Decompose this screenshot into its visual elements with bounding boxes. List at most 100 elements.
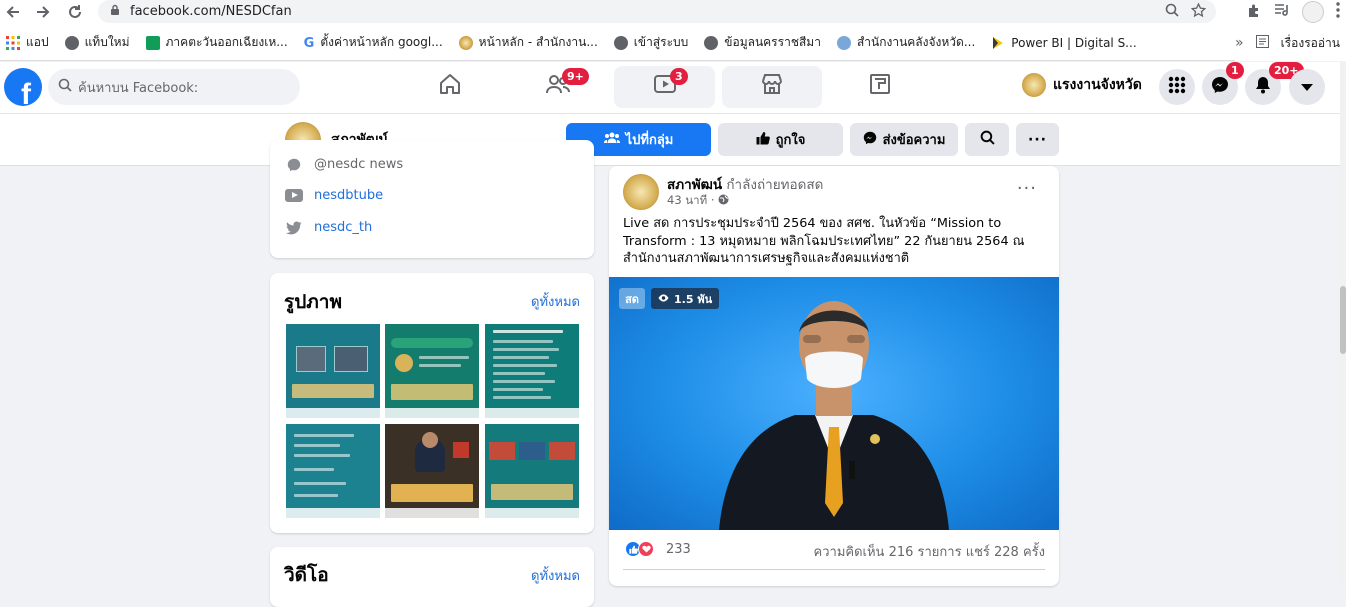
post-author-name[interactable]: สภาพัฒน์ (667, 177, 722, 193)
bookmark-google-settings[interactable]: G ตั้งค่าหน้าหลัก googl... (304, 33, 443, 52)
thumb-portrait (395, 354, 413, 372)
bookmark-power-bi[interactable]: Power BI | Digital S... (991, 36, 1137, 50)
video-frame-speaker (719, 301, 949, 530)
seal-icon (458, 35, 473, 50)
bookmark-east-region[interactable]: ภาคตะวันออกเฉียงเห... (145, 33, 288, 52)
power-bi-icon (991, 36, 1005, 50)
post-author-avatar[interactable] (623, 174, 659, 210)
reload-icon[interactable] (62, 1, 88, 23)
page-switch-name: แรงงานจังหวัด (1053, 77, 1142, 93)
bookmark-treasury[interactable]: สำนักงานคลังจังหวัด... (836, 33, 976, 52)
thumb-footer (385, 508, 479, 518)
like-page-button[interactable]: ถูกใจ (718, 123, 843, 156)
about-link-twitter[interactable]: nesdc_th (284, 220, 372, 235)
live-video-player[interactable]: สด 1.5 พัน (609, 277, 1059, 530)
treasury-logo-icon (836, 35, 851, 50)
nav-tab-friends[interactable]: 9+ (504, 66, 612, 108)
bookmark-korat-data[interactable]: ข้อมูลนครราชสีมา (704, 33, 821, 52)
forward-arrow-icon[interactable] (30, 1, 56, 23)
live-badge: สด (619, 288, 645, 309)
back-arrow-icon[interactable] (0, 1, 26, 23)
photo-thumbnail[interactable] (385, 324, 479, 418)
extensions-icon[interactable] (1247, 3, 1262, 22)
browser-menu-icon[interactable] (1336, 2, 1340, 22)
photo-thumbnail[interactable] (485, 424, 579, 518)
reading-list-label[interactable]: เรื่องรออ่าน (1281, 34, 1340, 53)
reaction-summary[interactable]: 233 (625, 541, 691, 557)
post-timestamp[interactable]: 43 นาที · (667, 192, 729, 210)
messenger-icon (284, 158, 304, 172)
about-link-news[interactable]: @nesdc news (284, 157, 403, 172)
thumb-footer (485, 508, 579, 518)
messenger-button[interactable]: 1 (1202, 62, 1244, 105)
page-search-button[interactable] (965, 123, 1009, 156)
live-post-card: สภาพัฒน์ กำลังถ่ายทอดสด 43 นาที · ··· Li… (609, 166, 1059, 586)
nav-tab-marketplace[interactable] (722, 66, 822, 108)
send-message-button[interactable]: ส่งข้อความ (850, 123, 958, 156)
about-link-label: @nesdc news (314, 157, 404, 172)
photos-card: รูปภาพ ดูทั้งหมด (270, 273, 594, 533)
photo-thumbnail[interactable] (286, 424, 380, 518)
page-more-button[interactable]: ··· (1016, 123, 1059, 156)
photo-thumbnail[interactable] (286, 324, 380, 418)
photo-thumbnail[interactable] (385, 424, 479, 518)
videos-title: วิดีโอ (284, 564, 329, 586)
thumb-screen (549, 442, 575, 460)
bookmark-login[interactable]: เข้าสู่ระบบ (613, 33, 688, 52)
thumb-text-line (294, 454, 350, 457)
bookmark-office-home[interactable]: หน้าหลัก - สำนักงาน... (458, 33, 598, 52)
sheets-icon (145, 35, 160, 50)
bookmark-new-tab[interactable]: แท็บใหม่ (64, 33, 130, 52)
comment-share-stats[interactable]: ความคิดเห็น 216 รายการ แชร์ 228 ครั้ง (814, 541, 1045, 562)
address-bar[interactable]: facebook.com/NESDCfan (98, 0, 1216, 23)
caret-down-icon (1300, 78, 1314, 97)
notifications-button[interactable]: 20+ (1245, 62, 1304, 105)
nav-tab-groups[interactable] (826, 66, 934, 108)
page-switch[interactable]: แรงงานจังหวัด (1022, 73, 1142, 97)
nav-tab-home[interactable] (396, 66, 504, 108)
bookmark-label: สำนักงานคลังจังหวัด... (856, 35, 976, 49)
photos-see-all-link[interactable]: ดูทั้งหมด (531, 291, 580, 312)
media-control-icon[interactable] (1274, 3, 1290, 21)
profile-avatar-icon[interactable] (1302, 1, 1324, 23)
page-scrollbar[interactable] (1340, 62, 1346, 583)
reading-list-icon[interactable] (1255, 35, 1269, 51)
globe-icon (613, 35, 628, 50)
bookmark-star-icon[interactable] (1190, 2, 1207, 22)
post-message: Live สด การประชุมประจำปี 2564 ของ สศช. ใ… (623, 216, 1025, 266)
friends-badge: 9+ (562, 68, 589, 85)
marketplace-icon (760, 73, 784, 101)
bookmark-label: ข้อมูลนครราชสีมา (724, 35, 821, 49)
facebook-logo[interactable]: f (4, 68, 42, 106)
post-options-icon[interactable]: ··· (1017, 178, 1037, 199)
thumb-screen (296, 346, 326, 372)
thumb-footer (286, 508, 380, 518)
group-icon (603, 132, 620, 148)
url-text[interactable]: facebook.com/NESDCfan (130, 4, 292, 19)
bookmark-label: ตั้งค่าหน้าหลัก googl... (320, 35, 443, 49)
bookmark-apps[interactable]: แอป (6, 33, 49, 52)
zoom-icon[interactable] (1165, 3, 1179, 22)
bookmark-label: แอป (26, 35, 49, 49)
thumb-footer (485, 408, 579, 418)
videos-card: วิดีโอ ดูทั้งหมด (270, 547, 594, 607)
about-link-label: nesdbtube (314, 188, 384, 203)
bookmarks-more-button[interactable]: » (1235, 35, 1244, 51)
love-reaction-icon (638, 541, 654, 557)
thumb-caption (391, 384, 473, 400)
thumb-screen (519, 442, 545, 460)
about-link-youtube[interactable]: nesdbtube (284, 188, 383, 203)
photo-thumbnail[interactable] (485, 324, 579, 418)
bookmarks-overflow: » เรื่องรออ่าน (1235, 25, 1346, 61)
thumb-text-line (419, 356, 469, 359)
messenger-icon (1211, 76, 1229, 98)
scrollbar-thumb[interactable] (1340, 286, 1346, 354)
facebook-search-input[interactable]: ค้นหาบน Facebook: (48, 69, 300, 105)
page-header-bar: สภาพัฒน์ ไปที่กลุ่ม ถูกใจ ส่งข้อความ ··· (0, 114, 1340, 166)
go-to-group-label: ไปที่กลุ่ม (625, 133, 674, 148)
nav-tab-watch[interactable]: 3 (614, 66, 715, 108)
apps-grid-icon (6, 35, 20, 50)
menu-grid-button[interactable] (1159, 69, 1195, 105)
account-menu-button[interactable] (1289, 69, 1325, 105)
send-message-label: ส่งข้อความ (882, 133, 946, 148)
